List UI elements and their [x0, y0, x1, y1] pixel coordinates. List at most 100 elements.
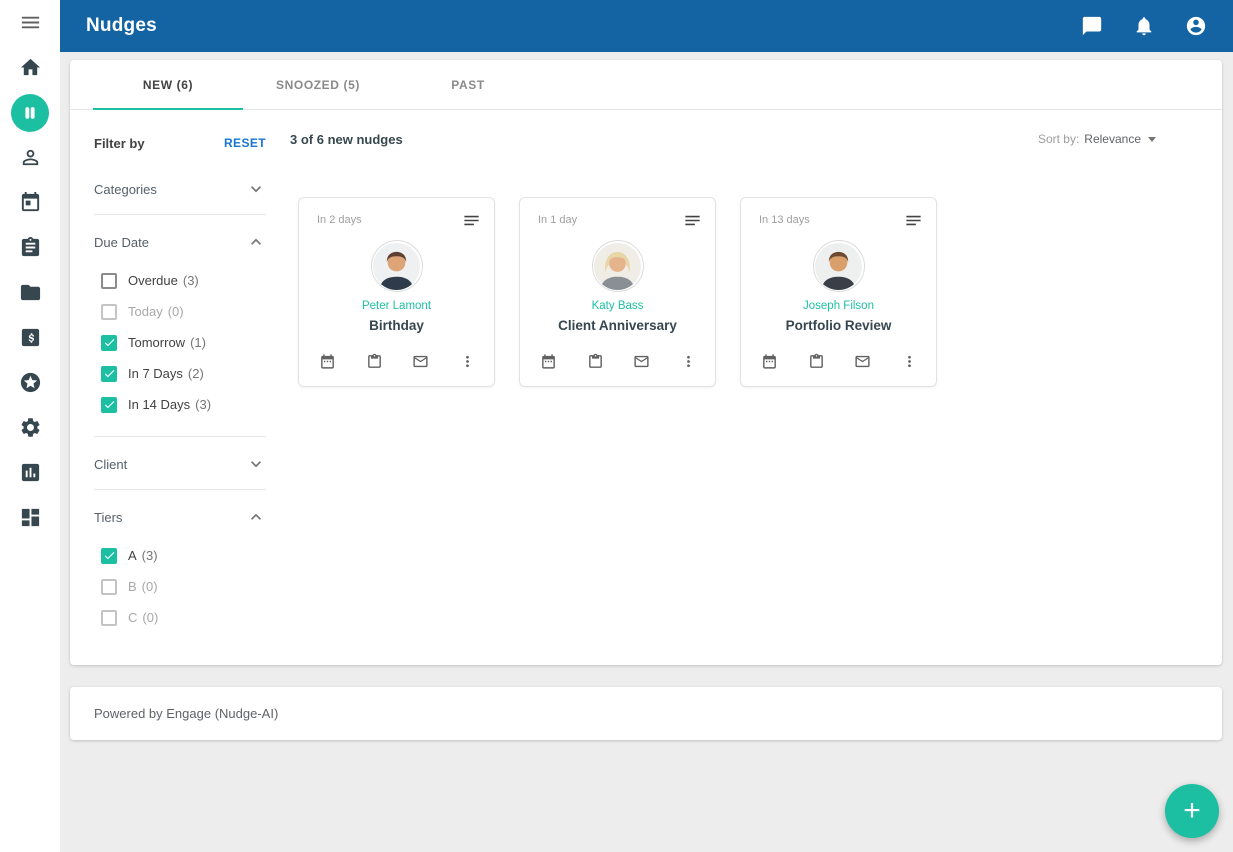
- nudge-card[interactable]: In 13 days Joseph Filson Portfolio Revie…: [740, 197, 937, 387]
- footer-panel: Powered by Engage (Nudge-AI): [70, 687, 1222, 740]
- notes-icon[interactable]: [462, 211, 481, 230]
- filter-option-in-14-days[interactable]: In 14 Days (3): [101, 389, 266, 420]
- option-count: (0): [142, 579, 158, 594]
- filter-section-categories[interactable]: Categories: [94, 170, 266, 208]
- notes-icon[interactable]: [904, 211, 923, 230]
- powered-by-text: Powered by Engage (Nudge-AI): [94, 706, 278, 721]
- tasks-icon[interactable]: [0, 225, 60, 270]
- documents-icon[interactable]: [0, 270, 60, 315]
- kebab-menu-icon[interactable]: [459, 353, 476, 370]
- calendar-icon[interactable]: [0, 180, 60, 225]
- mail-icon[interactable]: [854, 353, 871, 370]
- checkbox-checked[interactable]: [101, 397, 117, 413]
- clipboard-icon[interactable]: [808, 353, 825, 370]
- option-label: Tomorrow: [128, 335, 185, 350]
- add-nudge-fab[interactable]: +: [1165, 784, 1219, 838]
- client-name-link[interactable]: Joseph Filson: [803, 300, 874, 312]
- home-icon[interactable]: [0, 45, 60, 90]
- filter-option-today[interactable]: Today (0): [101, 296, 266, 327]
- card-actions: [520, 343, 715, 386]
- option-label: Today: [128, 304, 163, 319]
- calendar-icon[interactable]: [540, 353, 557, 370]
- avatar: [813, 240, 865, 292]
- tab-snoozed-label: SNOOZED (5): [276, 78, 360, 92]
- chevron-up-icon: [246, 507, 266, 527]
- notifications-icon[interactable]: [1133, 15, 1155, 37]
- client-name-link[interactable]: Katy Bass: [592, 300, 644, 312]
- favorites-icon[interactable]: [0, 360, 60, 405]
- filter-option-tomorrow[interactable]: Tomorrow (1): [101, 327, 266, 358]
- filter-section-due-date[interactable]: Due Date: [94, 223, 266, 261]
- calendar-icon[interactable]: [761, 353, 778, 370]
- filter-section-due-date-label: Due Date: [94, 235, 149, 250]
- option-label: Overdue: [128, 273, 178, 288]
- filter-section-client-label: Client: [94, 457, 127, 472]
- avatar: [592, 240, 644, 292]
- kebab-menu-icon[interactable]: [680, 353, 697, 370]
- client-name-link[interactable]: Peter Lamont: [362, 300, 431, 312]
- nudge-card[interactable]: In 2 days Peter Lamont Birthday: [298, 197, 495, 387]
- option-label: C: [128, 610, 137, 625]
- checkbox-checked[interactable]: [101, 335, 117, 351]
- nudge-cards: In 2 days Peter Lamont Birthday: [290, 197, 1198, 387]
- option-count: (3): [195, 397, 211, 412]
- option-label: In 7 Days: [128, 366, 183, 381]
- caret-down-icon: [1148, 137, 1156, 142]
- chat-icon[interactable]: [1081, 15, 1103, 37]
- reset-filters-button[interactable]: RESET: [224, 136, 266, 150]
- divider: [94, 214, 266, 215]
- tab-snoozed[interactable]: SNOOZED (5): [243, 60, 393, 109]
- nudge-card[interactable]: In 1 day Katy Bass Client Anniversary: [519, 197, 716, 387]
- clipboard-icon[interactable]: [587, 353, 604, 370]
- option-count: (2): [188, 366, 204, 381]
- checkbox-checked[interactable]: [101, 548, 117, 564]
- filter-option-overdue[interactable]: Overdue (3): [101, 265, 266, 296]
- mail-icon[interactable]: [412, 353, 429, 370]
- card-actions: [741, 343, 936, 386]
- calendar-icon[interactable]: [319, 353, 336, 370]
- page-title: Nudges: [86, 15, 157, 37]
- filter-option-tier-b[interactable]: B (0): [101, 571, 266, 602]
- checkbox-unchecked[interactable]: [101, 273, 117, 289]
- filter-option-in-7-days[interactable]: In 7 Days (2): [101, 358, 266, 389]
- tab-past-label: PAST: [451, 78, 485, 92]
- filter-title: Filter by: [94, 136, 145, 151]
- left-rail: [0, 0, 60, 852]
- clipboard-icon[interactable]: [366, 353, 383, 370]
- nudges-icon[interactable]: [0, 90, 60, 135]
- notes-icon[interactable]: [683, 211, 702, 230]
- option-label: In 14 Days: [128, 397, 190, 412]
- filter-section-tiers[interactable]: Tiers: [94, 498, 266, 536]
- nudge-title: Portfolio Review: [786, 318, 892, 333]
- due-date-options: Overdue (3) Today (0) Tomorrow (1): [94, 261, 266, 430]
- checkbox-unchecked[interactable]: [101, 304, 117, 320]
- option-label: B: [128, 579, 137, 594]
- nudge-title: Client Anniversary: [558, 318, 677, 333]
- menu-icon[interactable]: [0, 0, 60, 45]
- filter-section-client[interactable]: Client: [94, 445, 266, 483]
- card-actions: [299, 343, 494, 386]
- filter-option-tier-c[interactable]: C (0): [101, 602, 266, 633]
- billing-icon[interactable]: [0, 315, 60, 360]
- option-label: A: [128, 548, 137, 563]
- checkbox-unchecked[interactable]: [101, 610, 117, 626]
- settings-icon[interactable]: [0, 405, 60, 450]
- filter-option-tier-a[interactable]: A (3): [101, 540, 266, 571]
- account-icon[interactable]: [1185, 15, 1207, 37]
- option-count: (0): [168, 304, 184, 319]
- nudge-count-summary: 3 of 6 new nudges: [290, 132, 403, 147]
- checkbox-checked[interactable]: [101, 366, 117, 382]
- contacts-icon[interactable]: [0, 135, 60, 180]
- checkbox-unchecked[interactable]: [101, 579, 117, 595]
- option-count: (3): [142, 548, 158, 563]
- sort-value: Relevance: [1084, 132, 1141, 146]
- option-count: (3): [183, 273, 199, 288]
- mail-icon[interactable]: [633, 353, 650, 370]
- kebab-menu-icon[interactable]: [901, 353, 918, 370]
- chevron-down-icon: [246, 454, 266, 474]
- sort-dropdown[interactable]: Sort by: Relevance: [1038, 132, 1156, 146]
- reports-icon[interactable]: [0, 450, 60, 495]
- tab-new[interactable]: NEW (6): [93, 60, 243, 109]
- tab-past[interactable]: PAST: [393, 60, 543, 109]
- dashboard-icon[interactable]: [0, 495, 60, 540]
